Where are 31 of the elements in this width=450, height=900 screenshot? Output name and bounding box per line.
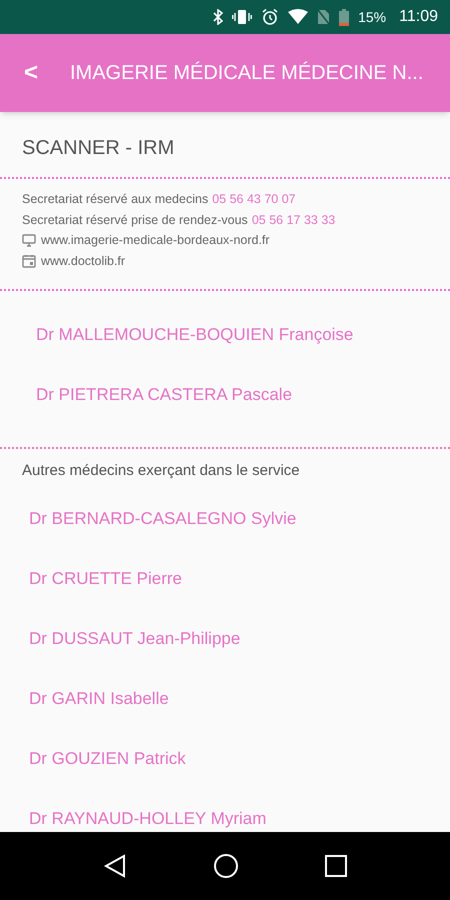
page-title: IMAGERIE MÉDICALE MÉDECINE N... xyxy=(70,60,424,86)
alarm-icon xyxy=(261,8,280,26)
phone-link[interactable]: 05 56 17 33 33 xyxy=(252,210,336,230)
home-icon[interactable] xyxy=(213,853,239,879)
bluetooth-icon xyxy=(213,9,224,25)
doctor-link[interactable]: Dr RAYNAUD-HOLLEY Myriam xyxy=(0,788,450,832)
section-title: SCANNER - IRM xyxy=(21,136,176,161)
section-heading: Autres médecins exerçant dans le service xyxy=(21,461,301,481)
calendar-icon xyxy=(22,254,36,268)
phone-label: Secretariat réservé aux medecins xyxy=(22,191,208,208)
wifi-icon xyxy=(288,9,308,25)
doctor-link[interactable]: Dr BERNARD-CASALEGNO Sylvie xyxy=(0,488,450,548)
battery-percentage: 15% xyxy=(358,8,386,26)
vibrate-icon xyxy=(232,9,252,25)
doctor-link[interactable]: Dr MALLEMOUCHE-BOQUIEN Françoise xyxy=(0,305,450,365)
doctor-link[interactable]: Dr CRUETTE Pierre xyxy=(0,548,450,608)
battery-icon xyxy=(339,8,350,26)
back-button[interactable]: < xyxy=(0,55,50,91)
doctor-link[interactable]: Dr PIETRERA CASTERA Pascale xyxy=(0,365,450,425)
no-sim-icon xyxy=(317,9,330,25)
phone-label: Secretariat réservé prise de rendez-vous xyxy=(22,212,248,229)
doctor-link[interactable]: Dr DUSSAUT Jean-Philippe xyxy=(0,608,450,668)
monitor-icon xyxy=(22,234,36,247)
doctor-link[interactable]: Dr GOUZIEN Patrick xyxy=(0,728,450,788)
doctor-link[interactable]: Dr GARIN Isabelle xyxy=(0,668,450,728)
phone-link[interactable]: 05 56 43 70 07 xyxy=(212,189,296,210)
clock: 11:09 xyxy=(399,7,438,27)
back-icon[interactable] xyxy=(103,854,127,878)
website-link[interactable]: www.doctolib.fr xyxy=(41,250,126,271)
overview-icon[interactable] xyxy=(325,855,347,877)
website-link[interactable]: www.imagerie-medicale-bordeaux-nord.fr xyxy=(41,230,270,250)
